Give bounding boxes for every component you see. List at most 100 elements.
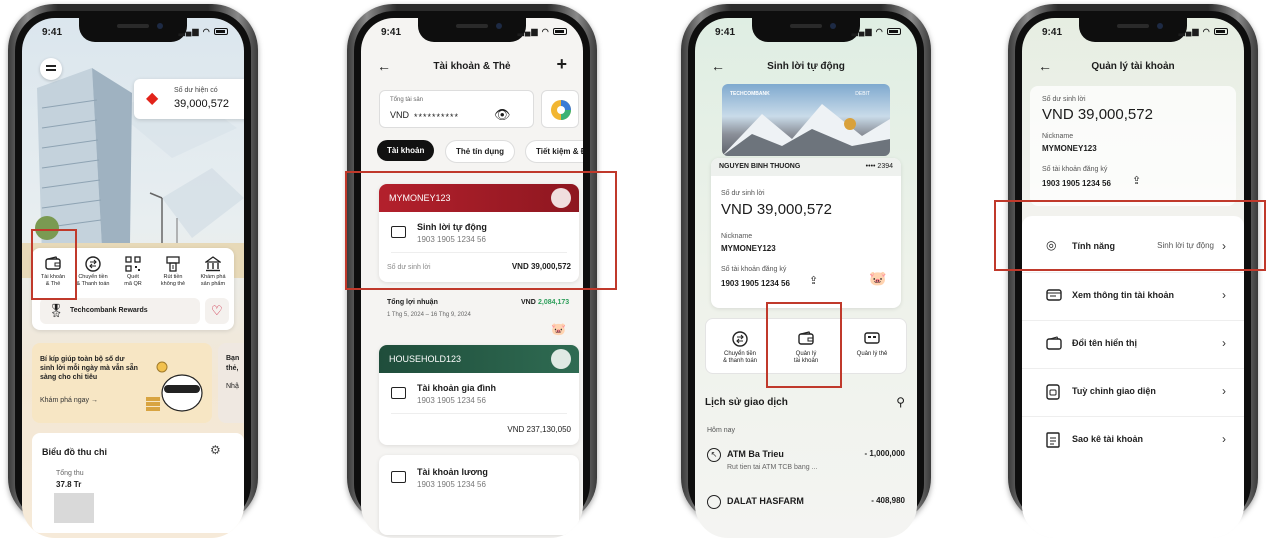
card-name: HOUSEHOLD123: [389, 354, 462, 364]
reg-label: Số tài khoản đăng ký: [721, 266, 787, 273]
card-holder: NGUYEN BINH THUONG: [719, 163, 801, 170]
tab-accounts[interactable]: Tài khoản: [377, 140, 435, 161]
reg-label: Số tài khoản đăng ký: [1042, 166, 1108, 173]
reg-number: 1903 1905 1234 56: [721, 279, 790, 288]
promo2-text: Bạn: [226, 355, 240, 362]
total-currency: VND: [390, 110, 410, 120]
account-action-0[interactable]: Chuyển tiền & thanh toán: [708, 327, 772, 371]
card-type: DEBIT: [855, 91, 870, 97]
balance-label: Số dư sinh lời: [1042, 96, 1086, 103]
rewards-button[interactable]: 🎖 Techcombank Rewards: [40, 298, 200, 324]
favorite-button[interactable]: ♡: [205, 298, 229, 324]
status-time: 9:41: [381, 27, 402, 38]
menu-row-label: Đổi tên hiển thị: [1072, 338, 1137, 348]
highlight-box: [31, 229, 77, 300]
customize-icon: [1046, 384, 1064, 400]
quick-action-label: Khám phá sản phẩm: [200, 274, 226, 287]
heart-icon: ♡: [211, 303, 223, 318]
quick-action-label: Rút tiền không thẻ: [160, 274, 186, 287]
income-value: 37.8 Tr: [56, 480, 82, 489]
signal-wifi-battery-icon: ▂▄▆ ◠: [179, 27, 228, 36]
account-action-2[interactable]: Quản lý thẻ: [840, 327, 904, 371]
menu-row-2[interactable]: Tuỳ chỉnh giao diện ›: [1022, 368, 1244, 416]
debit-card-image: TECHCOMBANK DEBIT: [722, 84, 890, 156]
share-icon[interactable]: ⇪: [809, 274, 818, 287]
menu-row-label: Xem thông tin tài khoản: [1072, 290, 1175, 300]
account-card-household[interactable]: HOUSEHOLD123 Tài khoản gia đình 1903 190…: [379, 345, 579, 445]
page-title: Sinh lời tự động: [767, 61, 845, 72]
eye-icon[interactable]: 👁: [494, 107, 511, 123]
balance-value: VND 237,130,050: [507, 425, 571, 434]
account-tabs: Tài khoản Thẻ tín dụng Tiết kiệm & Đ: [377, 140, 583, 163]
tab-savings[interactable]: Tiết kiệm & Đ: [525, 140, 583, 163]
card-holder-strip: NGUYEN BINH THUONG •••• 2394: [711, 158, 901, 176]
quick-action-2[interactable]: Quét mã QR: [114, 254, 152, 294]
account-number: 1903 1905 1234 56: [417, 480, 486, 489]
balance-value: VND 39,000,572: [1042, 106, 1153, 123]
hamburger-icon: [46, 65, 56, 67]
promo-card-2[interactable]: Bạn thẻ, Nhậ: [218, 343, 244, 423]
menu-row-3[interactable]: Sao kê tài khoản ›: [1022, 416, 1244, 464]
settings-icon[interactable]: ⚙: [210, 443, 221, 457]
transfer-icon: [708, 331, 772, 349]
menu-row-label: Sao kê tài khoản: [1072, 434, 1144, 444]
account-title: Tài khoản gia đình: [417, 383, 497, 393]
balance-value: 39,000,572: [174, 98, 230, 110]
signal-wifi-battery-icon: ▂▄▆ ◠: [852, 27, 901, 36]
rename-icon: [1046, 336, 1064, 352]
quick-action-4[interactable]: Khám phá sản phẩm: [194, 254, 232, 294]
balance-card[interactable]: ◆ Số dư hiện có 39,000,572: [134, 79, 244, 119]
wallet-icon: [391, 471, 406, 483]
tx-name: DALAT HASFARM: [727, 496, 804, 506]
highlight-box: [345, 171, 617, 290]
profit-label: Tổng lợi nhuận: [387, 299, 438, 306]
menu-row-1[interactable]: Đổi tên hiển thị ›: [1022, 320, 1244, 368]
signal-wifi-battery-icon: ▂▄▆ ◠: [518, 27, 567, 36]
income-label: Tổng thu: [56, 470, 84, 477]
tab-credit-cards[interactable]: Thẻ tín dụng: [445, 140, 515, 163]
quick-action-label: Chuyển tiền & Thanh toán: [76, 274, 110, 287]
quick-action-1[interactable]: Chuyển tiền & Thanh toán: [74, 254, 112, 294]
page-title: Tài khoản & Thẻ: [433, 61, 511, 72]
info-card-icon: [1046, 288, 1064, 304]
account-action-label: Quản lý thẻ: [856, 351, 888, 357]
chevron-right-icon: ›: [1222, 336, 1226, 350]
cashflow-chart-card[interactable]: Biểu đồ thu chi ⚙ Tổng thu 37.8 Tr: [32, 433, 244, 533]
award-icon: 🎖: [48, 303, 65, 318]
promo2-text: Nhậ: [226, 383, 239, 390]
profit-currency: VND: [521, 299, 536, 306]
chevron-right-icon: ›: [1222, 384, 1226, 398]
chart-title: Biểu đồ thu chi: [42, 447, 107, 457]
promo-link[interactable]: Khám phá ngay →: [40, 397, 98, 404]
tx-icon: [707, 495, 721, 509]
menu-button[interactable]: [40, 58, 62, 80]
add-icon[interactable]: +: [556, 54, 567, 75]
account-card-salary[interactable]: Tài khoản lương 1903 1905 1234 56: [379, 455, 579, 535]
menu-row-0[interactable]: Xem thông tin tài khoản ›: [1022, 272, 1244, 320]
promo-text: Bí kíp giúp toàn bộ số dư sinh lời mỗi n…: [40, 356, 138, 381]
portfolio-chart-button[interactable]: [541, 90, 579, 128]
techcombank-logo-icon: ◆: [146, 90, 159, 107]
chevron-right-icon: ›: [1222, 432, 1226, 446]
card-last-digits: •••• 2394: [865, 163, 893, 170]
piggy-icon: [551, 349, 571, 369]
rewards-label: Techcombank Rewards: [70, 307, 148, 314]
chevron-right-icon: ›: [1222, 288, 1226, 302]
highlight-box: [994, 200, 1266, 271]
account-title: Tài khoản lương: [417, 467, 488, 477]
mascot-icon: 🐷: [551, 322, 566, 336]
signal-wifi-battery-icon: ▂▄▆ ◠: [1179, 27, 1228, 36]
total-assets-label: Tổng tài sản: [390, 97, 424, 103]
quick-action-3[interactable]: Rút tiền không thẻ: [154, 254, 192, 294]
total-assets-box: Tổng tài sản VND ********** 👁: [379, 90, 534, 128]
tx-amount: - 1,000,000: [864, 449, 905, 458]
card-icon: [840, 331, 904, 349]
statement-icon: [1046, 432, 1064, 448]
balance-value: VND 39,000,572: [721, 201, 832, 218]
promo2-text: thẻ,: [226, 365, 239, 372]
share-icon[interactable]: ⇪: [1132, 174, 1141, 187]
search-icon[interactable]: ⚲: [896, 395, 905, 409]
promo-card[interactable]: Bí kíp giúp toàn bộ số dư sinh lời mỗi n…: [32, 343, 212, 423]
income-bar: [54, 493, 94, 523]
page-title: Quản lý tài khoản: [1091, 61, 1175, 72]
